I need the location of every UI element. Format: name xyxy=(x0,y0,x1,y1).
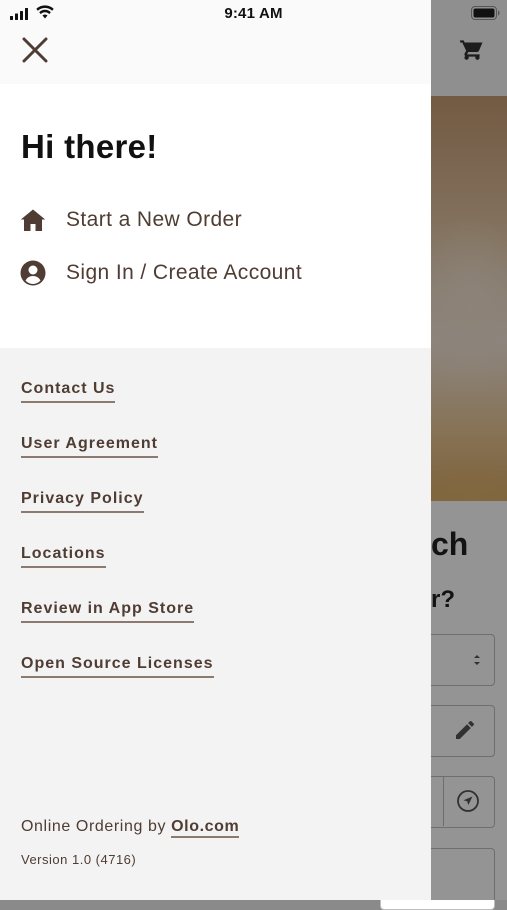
olo-link[interactable]: Olo.com xyxy=(171,818,240,838)
locations-link[interactable]: Locations xyxy=(21,544,106,568)
close-icon xyxy=(22,37,48,63)
status-bar: 9:41 AM xyxy=(0,0,507,28)
sign-in-button[interactable]: Sign In / Create Account xyxy=(20,260,302,286)
home-icon xyxy=(20,207,46,233)
account-circle-icon xyxy=(20,260,46,286)
footer-credit-text: Online Ordering by xyxy=(21,818,172,835)
drawer-top-section: Hi there! Start a New Order Sign In / Cr… xyxy=(0,0,431,348)
user-agreement-link[interactable]: User Agreement xyxy=(21,434,159,458)
start-new-order-label: Start a New Order xyxy=(66,208,243,231)
privacy-policy-link[interactable]: Privacy Policy xyxy=(21,489,144,513)
app-version: Version 1.0 (4716) xyxy=(21,852,137,867)
battery-icon xyxy=(471,6,500,20)
close-button[interactable] xyxy=(20,35,50,65)
open-source-licenses-link[interactable]: Open Source Licenses xyxy=(21,654,214,678)
status-time: 9:41 AM xyxy=(224,5,283,22)
navigation-drawer: Hi there! Start a New Order Sign In / Cr… xyxy=(0,0,431,900)
contact-us-link[interactable]: Contact Us xyxy=(21,379,116,403)
sign-in-label: Sign In / Create Account xyxy=(66,261,303,284)
review-app-store-link[interactable]: Review in App Store xyxy=(21,599,195,623)
footer-credit: Online Ordering by Olo.com xyxy=(21,818,240,838)
greeting-title: Hi there! xyxy=(21,128,158,165)
start-new-order-button[interactable]: Start a New Order xyxy=(20,207,242,233)
